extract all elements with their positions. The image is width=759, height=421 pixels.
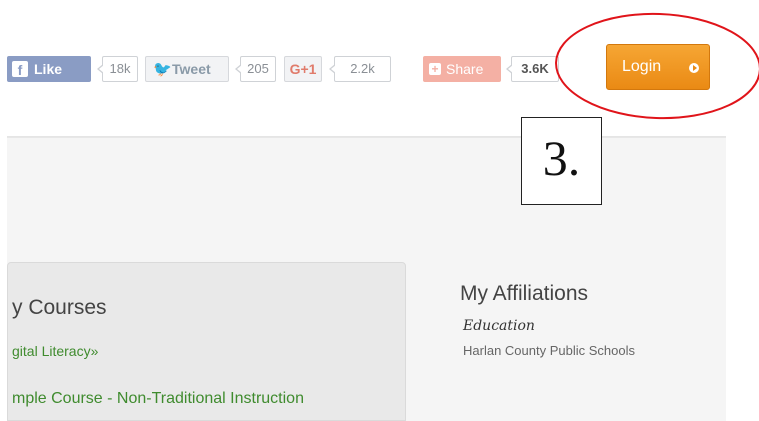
my-courses-panel: y Courses gital Literacy» mple Course - … — [7, 262, 406, 421]
login-button[interactable]: Login — [606, 44, 710, 90]
step-callout: 3. — [521, 117, 602, 205]
my-courses-title: y Courses — [12, 296, 107, 319]
my-affiliations-title: My Affiliations — [460, 282, 588, 305]
course-link-sample-course[interactable]: mple Course - Non-Traditional Instructio… — [12, 390, 304, 408]
course-link-digital-literacy[interactable]: gital Literacy» — [12, 343, 98, 359]
twitter-bird-icon: 🐦 — [153, 61, 172, 78]
affiliation-organization[interactable]: Harlan County Public Schools — [463, 343, 635, 358]
play-circle-icon — [689, 63, 699, 73]
tweet-button[interactable]: 🐦 Tweet — [145, 56, 229, 82]
share-count: 3.6K — [506, 56, 559, 82]
share-button[interactable]: + Share — [423, 56, 501, 82]
tweet-count: 205 — [235, 56, 276, 82]
facebook-like-count: 18k — [97, 56, 138, 82]
share-label: Share — [446, 61, 484, 77]
facebook-icon: f — [12, 61, 28, 78]
facebook-like-label: Like — [34, 61, 63, 77]
tweet-label: Tweet — [172, 61, 211, 77]
facebook-like-button[interactable]: f Like — [7, 56, 91, 82]
google-plus-count: 2.2k — [329, 56, 391, 82]
plus-icon: + — [429, 63, 441, 75]
google-plus-button[interactable]: G+1 — [284, 56, 322, 82]
login-label: Login — [622, 58, 662, 75]
affiliation-category: Education — [463, 318, 535, 334]
